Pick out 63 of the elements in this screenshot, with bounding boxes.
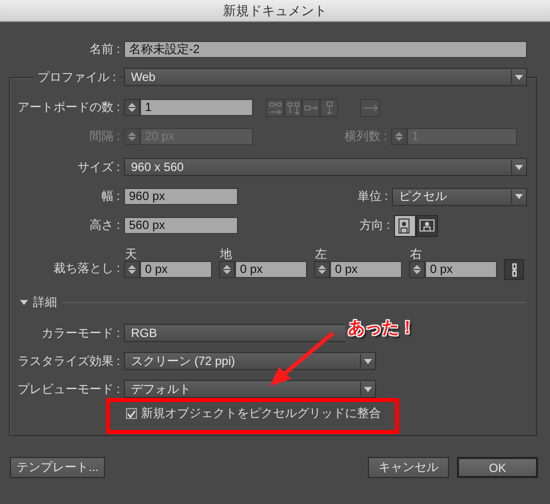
bleed-field[interactable]: 0 px	[330, 261, 402, 278]
window-title: 新規ドキュメント	[223, 2, 327, 20]
grid-by-column-icon	[285, 100, 301, 116]
stepper[interactable]	[314, 261, 330, 278]
portrait-button[interactable]	[394, 214, 416, 236]
caret-icon	[515, 194, 523, 199]
layout-direction-button[interactable]	[360, 98, 380, 116]
field-label: 方向 :	[358, 217, 391, 234]
checkbox[interactable]	[126, 408, 137, 419]
field-label: 地	[220, 247, 232, 261]
field-label: 裁ち落とし :	[52, 260, 121, 277]
checkbox-label: 新規オブジェクトをピクセルグリッドに整合	[141, 405, 381, 422]
field-label: アートボードの数 :	[16, 99, 121, 116]
link-button[interactable]	[504, 259, 524, 280]
raster-effects-dropdown[interactable]: スクリーン (72 ppi)	[124, 352, 376, 370]
field-label: 右	[410, 247, 422, 261]
bleed-field[interactable]: 0 px	[425, 261, 497, 278]
size-dropdown[interactable]: 960 x 560	[124, 158, 527, 176]
cancel-button[interactable]: キャンセル	[368, 457, 449, 478]
arrange-by-column-button[interactable]	[320, 98, 338, 116]
stepper[interactable]	[219, 261, 235, 278]
field-label: プロファイル :	[33, 70, 120, 84]
field-label: 横列数 :	[343, 128, 388, 145]
field-label: サイズ :	[76, 158, 121, 176]
preview-mode-dropdown[interactable]: デフォルト	[124, 380, 376, 398]
arrange-by-row-button[interactable]	[302, 98, 320, 116]
field-label: 単位 :	[356, 188, 389, 205]
disclosure-triangle-icon[interactable]	[20, 300, 28, 305]
width-field[interactable]: 960 px	[124, 188, 238, 205]
figure-icon	[419, 218, 435, 234]
field-label: 天	[125, 247, 137, 261]
grid-by-row-icon	[267, 100, 283, 116]
bleed-field[interactable]: 0 px	[235, 261, 307, 278]
grid-by-row-button[interactable]	[266, 98, 284, 116]
stepper[interactable]	[124, 99, 140, 116]
height-field[interactable]: 560 px	[124, 217, 238, 234]
profile-dropdown[interactable]: Web	[124, 68, 527, 86]
units-dropdown[interactable]: ピクセル	[392, 188, 527, 206]
field-label: プレビューモード :	[16, 380, 121, 398]
grid-by-column-button[interactable]	[284, 98, 302, 116]
field-label: 幅 :	[100, 188, 121, 205]
landscape-button[interactable]	[416, 214, 438, 236]
stepper[interactable]	[409, 261, 425, 278]
field-label: 左	[315, 247, 327, 261]
ok-button[interactable]: OK	[457, 457, 538, 478]
field-label: カラーモード :	[40, 324, 121, 342]
stepper[interactable]	[124, 261, 140, 278]
field-label: ラスタライズ効果 :	[16, 352, 121, 370]
caret-icon	[364, 386, 372, 392]
name-field[interactable]: 名称未設定-2	[124, 41, 527, 58]
field-label: 間隔 :	[88, 128, 121, 145]
arrow	[270, 331, 334, 386]
section-title: 詳細	[33, 294, 57, 311]
caret-icon	[515, 74, 523, 80]
artboard-count-field[interactable]: 1	[140, 99, 253, 116]
field-label: 名前 :	[88, 41, 121, 58]
color-mode-dropdown[interactable]: RGB	[124, 324, 345, 342]
callout-text: あった！	[348, 317, 416, 339]
bleed-field[interactable]: 0 px	[140, 261, 212, 278]
field-label: 高さ :	[88, 217, 121, 234]
caret-icon	[515, 164, 523, 170]
template-button[interactable]: テンプレート...	[10, 457, 105, 478]
caret-icon	[364, 358, 372, 364]
